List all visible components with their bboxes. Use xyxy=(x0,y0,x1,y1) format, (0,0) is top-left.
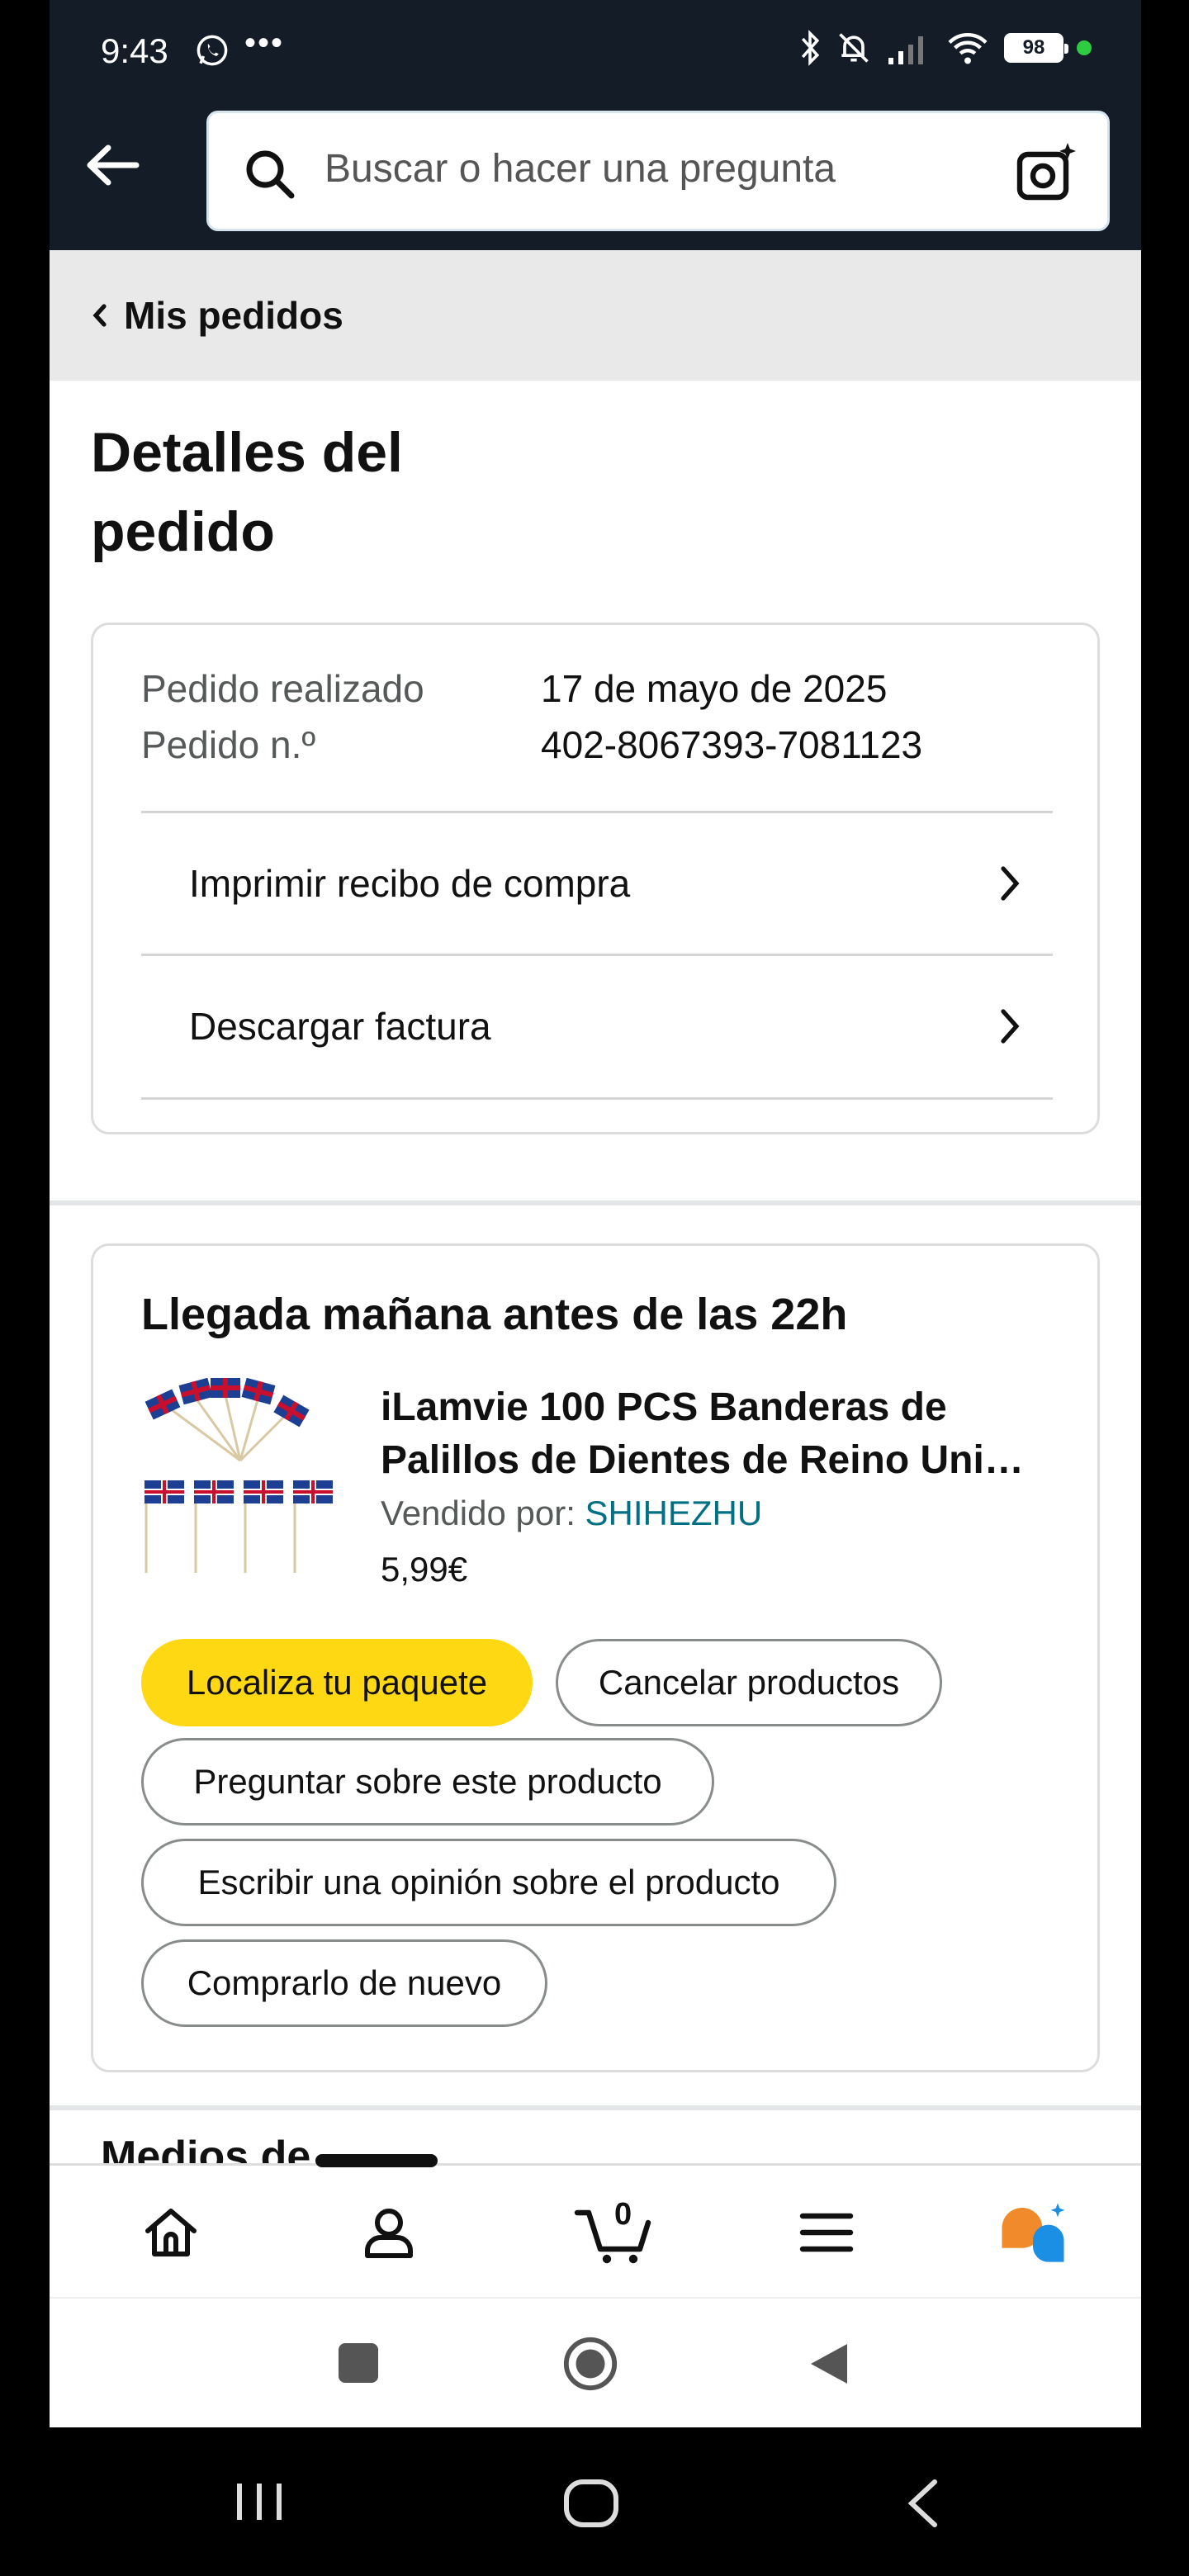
bluetooth-icon xyxy=(801,30,820,66)
order-date-label: Pedido realizado xyxy=(141,667,424,710)
breadcrumb[interactable]: Mis pedidos xyxy=(50,250,1141,381)
delivery-estimate: Llegada mañana antes de las 22h xyxy=(141,1290,848,1339)
recents-square-icon[interactable] xyxy=(335,2340,381,2386)
product-title[interactable]: iLamvie 100 PCS Banderas de Palillos de … xyxy=(381,1381,1058,1487)
whatsapp-icon xyxy=(197,35,228,66)
write-review-button[interactable]: Escribir una opinión sobre el producto xyxy=(141,1839,836,1926)
section-separator xyxy=(50,2105,1141,2110)
arrow-left-icon xyxy=(87,144,140,186)
search-header: Buscar o hacer una pregunta xyxy=(50,106,1141,250)
ask-product-question-button[interactable]: Preguntar sobre este producto xyxy=(141,1738,714,1825)
wifi-icon xyxy=(948,33,988,64)
buy-again-button[interactable]: Comprarlo de nuevo xyxy=(141,1939,547,2027)
seller-label: Vendido por: xyxy=(381,1494,576,1532)
shipment-card: Llegada mañana antes de las 22h iLamvie … xyxy=(91,1243,1100,2072)
menu-icon xyxy=(799,2213,854,2252)
device-home-icon[interactable] xyxy=(561,2477,621,2530)
search-input[interactable]: Buscar o hacer una pregunta xyxy=(206,111,1110,231)
bottom-nav: 0 xyxy=(50,2154,1141,2297)
search-icon xyxy=(246,150,295,199)
cart-count: 0 xyxy=(614,2197,632,2232)
nav-menu[interactable] xyxy=(789,2195,864,2270)
account-icon xyxy=(365,2209,413,2258)
breadcrumb-label: Mis pedidos xyxy=(124,294,343,337)
print-receipt-label: Imprimir recibo de compra xyxy=(189,862,631,905)
order-info-card: Pedido realizado 17 de mayo de 2025 Pedi… xyxy=(91,623,1100,1134)
seller-link[interactable]: SHIHEZHU xyxy=(585,1494,763,1532)
download-invoice-link[interactable]: Descargar factura xyxy=(141,956,1053,1096)
recent-apps-icon[interactable] xyxy=(233,2477,286,2526)
rufus-assistant-icon xyxy=(1002,2203,1065,2262)
nav-cart[interactable]: 0 xyxy=(570,2195,661,2270)
order-number-value: 402-8067393-7081123 xyxy=(541,723,923,766)
camera-search-icon[interactable] xyxy=(1013,140,1079,206)
print-receipt-link[interactable]: Imprimir recibo de compra xyxy=(141,813,1053,954)
home-circle-icon[interactable] xyxy=(561,2335,619,2393)
home-icon xyxy=(145,2209,197,2256)
mute-icon xyxy=(839,33,869,63)
status-time: 9:43 xyxy=(101,31,168,70)
page-title: Detalles del pedido xyxy=(91,421,403,563)
order-number-row: Pedido n.º 402-8067393-7081123 xyxy=(141,722,922,767)
nav-home[interactable] xyxy=(134,2195,208,2270)
divider xyxy=(141,1097,1053,1100)
app-system-nav xyxy=(50,2297,1141,2427)
order-date-value: 17 de mayo de 2025 xyxy=(541,667,888,710)
status-more-dots: ••• xyxy=(244,25,285,61)
active-tab-indicator xyxy=(315,2154,438,2167)
product-thumbnail[interactable] xyxy=(141,1378,339,1593)
flag-fan-image xyxy=(144,1378,333,1573)
active-dot xyxy=(1077,40,1092,55)
device-back-icon[interactable] xyxy=(902,2477,941,2530)
product-price: 5,99€ xyxy=(381,1550,468,1589)
back-button[interactable] xyxy=(79,132,145,198)
section-separator xyxy=(50,1200,1141,1205)
signal-icon xyxy=(888,36,923,64)
back-triangle-icon[interactable] xyxy=(808,2340,850,2388)
nav-rufus[interactable] xyxy=(996,2195,1070,2270)
search-placeholder: Buscar o hacer una pregunta xyxy=(324,147,836,191)
device-nav-bar xyxy=(0,2427,1189,2576)
chevron-right-icon xyxy=(1001,1009,1020,1044)
order-number-label: Pedido n.º xyxy=(141,723,316,766)
chevron-left-icon xyxy=(92,304,107,327)
status-indicators: 98 xyxy=(798,30,1092,66)
track-package-button[interactable]: Localiza tu paquete xyxy=(141,1639,533,1726)
battery-indicator: 98 xyxy=(1004,33,1068,63)
download-invoice-label: Descargar factura xyxy=(189,1005,491,1048)
app-screen: 9:43 ••• 98 Buscar o hacer una pregunta xyxy=(50,0,1141,2427)
nav-account[interactable] xyxy=(352,2195,426,2270)
cancel-items-button[interactable]: Cancelar productos xyxy=(556,1639,942,1726)
seller-line: Vendido por: SHIHEZHU xyxy=(381,1494,762,1533)
chevron-right-icon xyxy=(1001,866,1020,901)
order-date-row: Pedido realizado 17 de mayo de 2025 xyxy=(141,666,887,711)
status-bar: 9:43 ••• 98 xyxy=(50,0,1141,106)
